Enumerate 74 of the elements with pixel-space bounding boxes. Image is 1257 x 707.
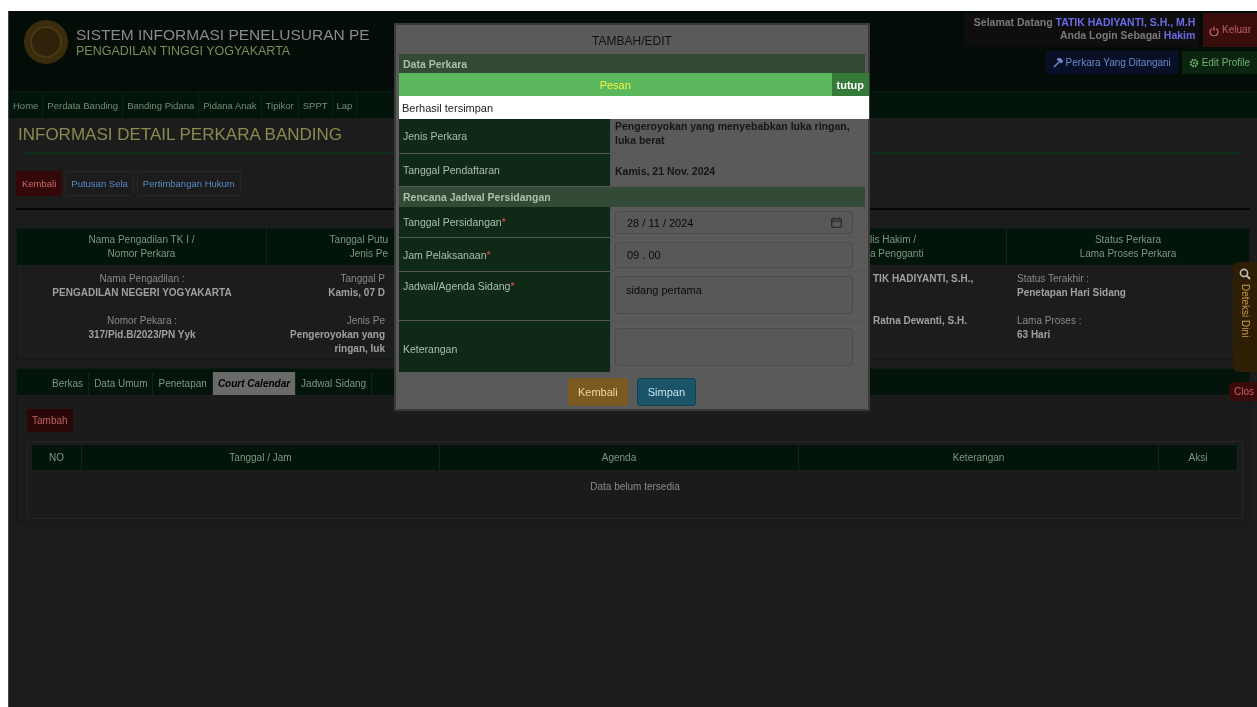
field-value: Pengeroyokan yang: [288, 328, 385, 342]
nav-link[interactable]: Banding Pidana: [123, 92, 200, 118]
message-title: Pesan: [598, 78, 632, 91]
field-label: Nomor Pekara :: [106, 314, 178, 328]
column-header: Nomor Perkara: [106, 247, 177, 261]
field-label: Tanggal Persidangan*: [403, 216, 506, 228]
field-value: PENGADILAN NEGERI YOGYAKARTA: [51, 286, 233, 300]
field-value: Kamis, 07 D: [327, 286, 385, 300]
field-label: Jam Pelaksanaan*: [403, 248, 491, 261]
field-value: Pengeroyokan yang menyebabkan luka ringan, luka berat: [615, 119, 851, 148]
column-header: lis Hakim /: [870, 233, 918, 247]
field-label: Tanggal P: [339, 272, 385, 286]
tab[interactable]: Berkas: [47, 372, 90, 395]
column-header: Jenis Pe: [348, 247, 388, 261]
column-header: Status Perkara: [1093, 233, 1163, 247]
search-icon: [1239, 268, 1251, 280]
add-button[interactable]: Tambah: [27, 409, 73, 432]
welcome-message: Selamat Datang TATIK HADIYANTI, S.H., M.H Anda Login Sebagai Hakim: [963, 13, 1200, 47]
action-button[interactable]: Pertimbangan Hukum: [136, 171, 241, 196]
close-button[interactable]: Clos: [1229, 382, 1257, 401]
section-heading: Data Perkara: [399, 54, 865, 74]
save-button[interactable]: Simpan: [636, 378, 696, 406]
power-icon: [1209, 25, 1220, 36]
tab[interactable]: Jadwal Sidang: [296, 372, 373, 395]
tab[interactable]: Penetapan: [153, 372, 213, 395]
field-label: Jenis Pe: [345, 314, 385, 328]
side-tab[interactable]: Deteksi Dini: [1233, 262, 1257, 372]
logout-button[interactable]: Keluar: [1203, 13, 1257, 47]
calendar-icon: [831, 217, 842, 228]
nav-link[interactable]: Perdata Banding: [43, 92, 124, 118]
nav-link[interactable]: Home: [9, 92, 44, 118]
back-button[interactable]: Kembali: [16, 171, 63, 196]
field-label: Status Terakhir :: [1017, 272, 1091, 286]
dialog-title: TAMBAH/EDIT: [591, 33, 673, 50]
column-header: Tanggal Putu: [328, 233, 388, 247]
field-label: Nama Pengadilan :: [98, 272, 186, 286]
close-button[interactable]: tutup: [831, 73, 869, 96]
nav-link[interactable]: Tipikor: [261, 92, 299, 118]
column-header: Lama Proses Perkara: [1078, 247, 1178, 261]
site-subtitle: PENGADILAN TINGGI YOGYAKARTA: [76, 44, 291, 58]
cases-button[interactable]: Perkara Yang Ditangani: [1045, 51, 1178, 75]
column-header: NO: [49, 452, 64, 463]
column-header: Nama Pengadilan TK I /: [87, 233, 196, 247]
edit-profile-button[interactable]: Edit Profile: [1181, 51, 1257, 75]
field-value: 317/Pid.B/2023/PN Yyk: [87, 328, 197, 342]
empty-message: Data belum tersedia: [590, 481, 680, 492]
tab[interactable]: Data Umum: [89, 372, 154, 395]
gear-icon: [1188, 58, 1199, 69]
back-button[interactable]: Kembali: [567, 378, 628, 406]
field-value: Ratna Dewanti, S.H.: [873, 314, 968, 328]
column-header: a Pengganti: [870, 247, 925, 261]
column-header: Aksi: [1188, 452, 1208, 463]
field-label: Jadwal/Agenda Sidang*: [403, 280, 515, 292]
nav-link[interactable]: SPPT: [298, 92, 333, 118]
section-heading: Rencana Jadwal Persidangan: [399, 187, 865, 207]
emblem-icon: [23, 19, 69, 65]
column-header: Agenda: [601, 452, 637, 463]
field-label: Jenis Perkara: [403, 130, 468, 142]
column-header: Keterangan: [952, 452, 1005, 463]
side-tab-label: Deteksi Dini: [1239, 284, 1251, 338]
field-value: ringan, luk: [333, 342, 385, 356]
field-value: TIK HADIYANTI, S.H.,: [873, 272, 975, 286]
message-text: Berhasil tersimpan: [402, 102, 494, 114]
site-title: SISTEM INFORMASI PENELUSURAN PE: [76, 26, 370, 44]
field-label: Keterangan: [403, 342, 458, 355]
nav-link[interactable]: Lap: [332, 92, 358, 118]
field-label: Tanggal Pendaftaran: [403, 164, 500, 176]
field-value: Kamis, 21 Nov. 2024: [615, 164, 717, 179]
hammer-icon: [1052, 58, 1063, 69]
tab[interactable]: Court Calendar: [212, 372, 297, 395]
page-title: INFORMASI DETAIL PERKARA BANDING: [18, 124, 342, 146]
nav-link[interactable]: Pidana Anak: [199, 92, 262, 118]
column-header: Tanggal / Jam: [229, 452, 292, 463]
action-button[interactable]: Putusan Sela: [65, 171, 134, 196]
